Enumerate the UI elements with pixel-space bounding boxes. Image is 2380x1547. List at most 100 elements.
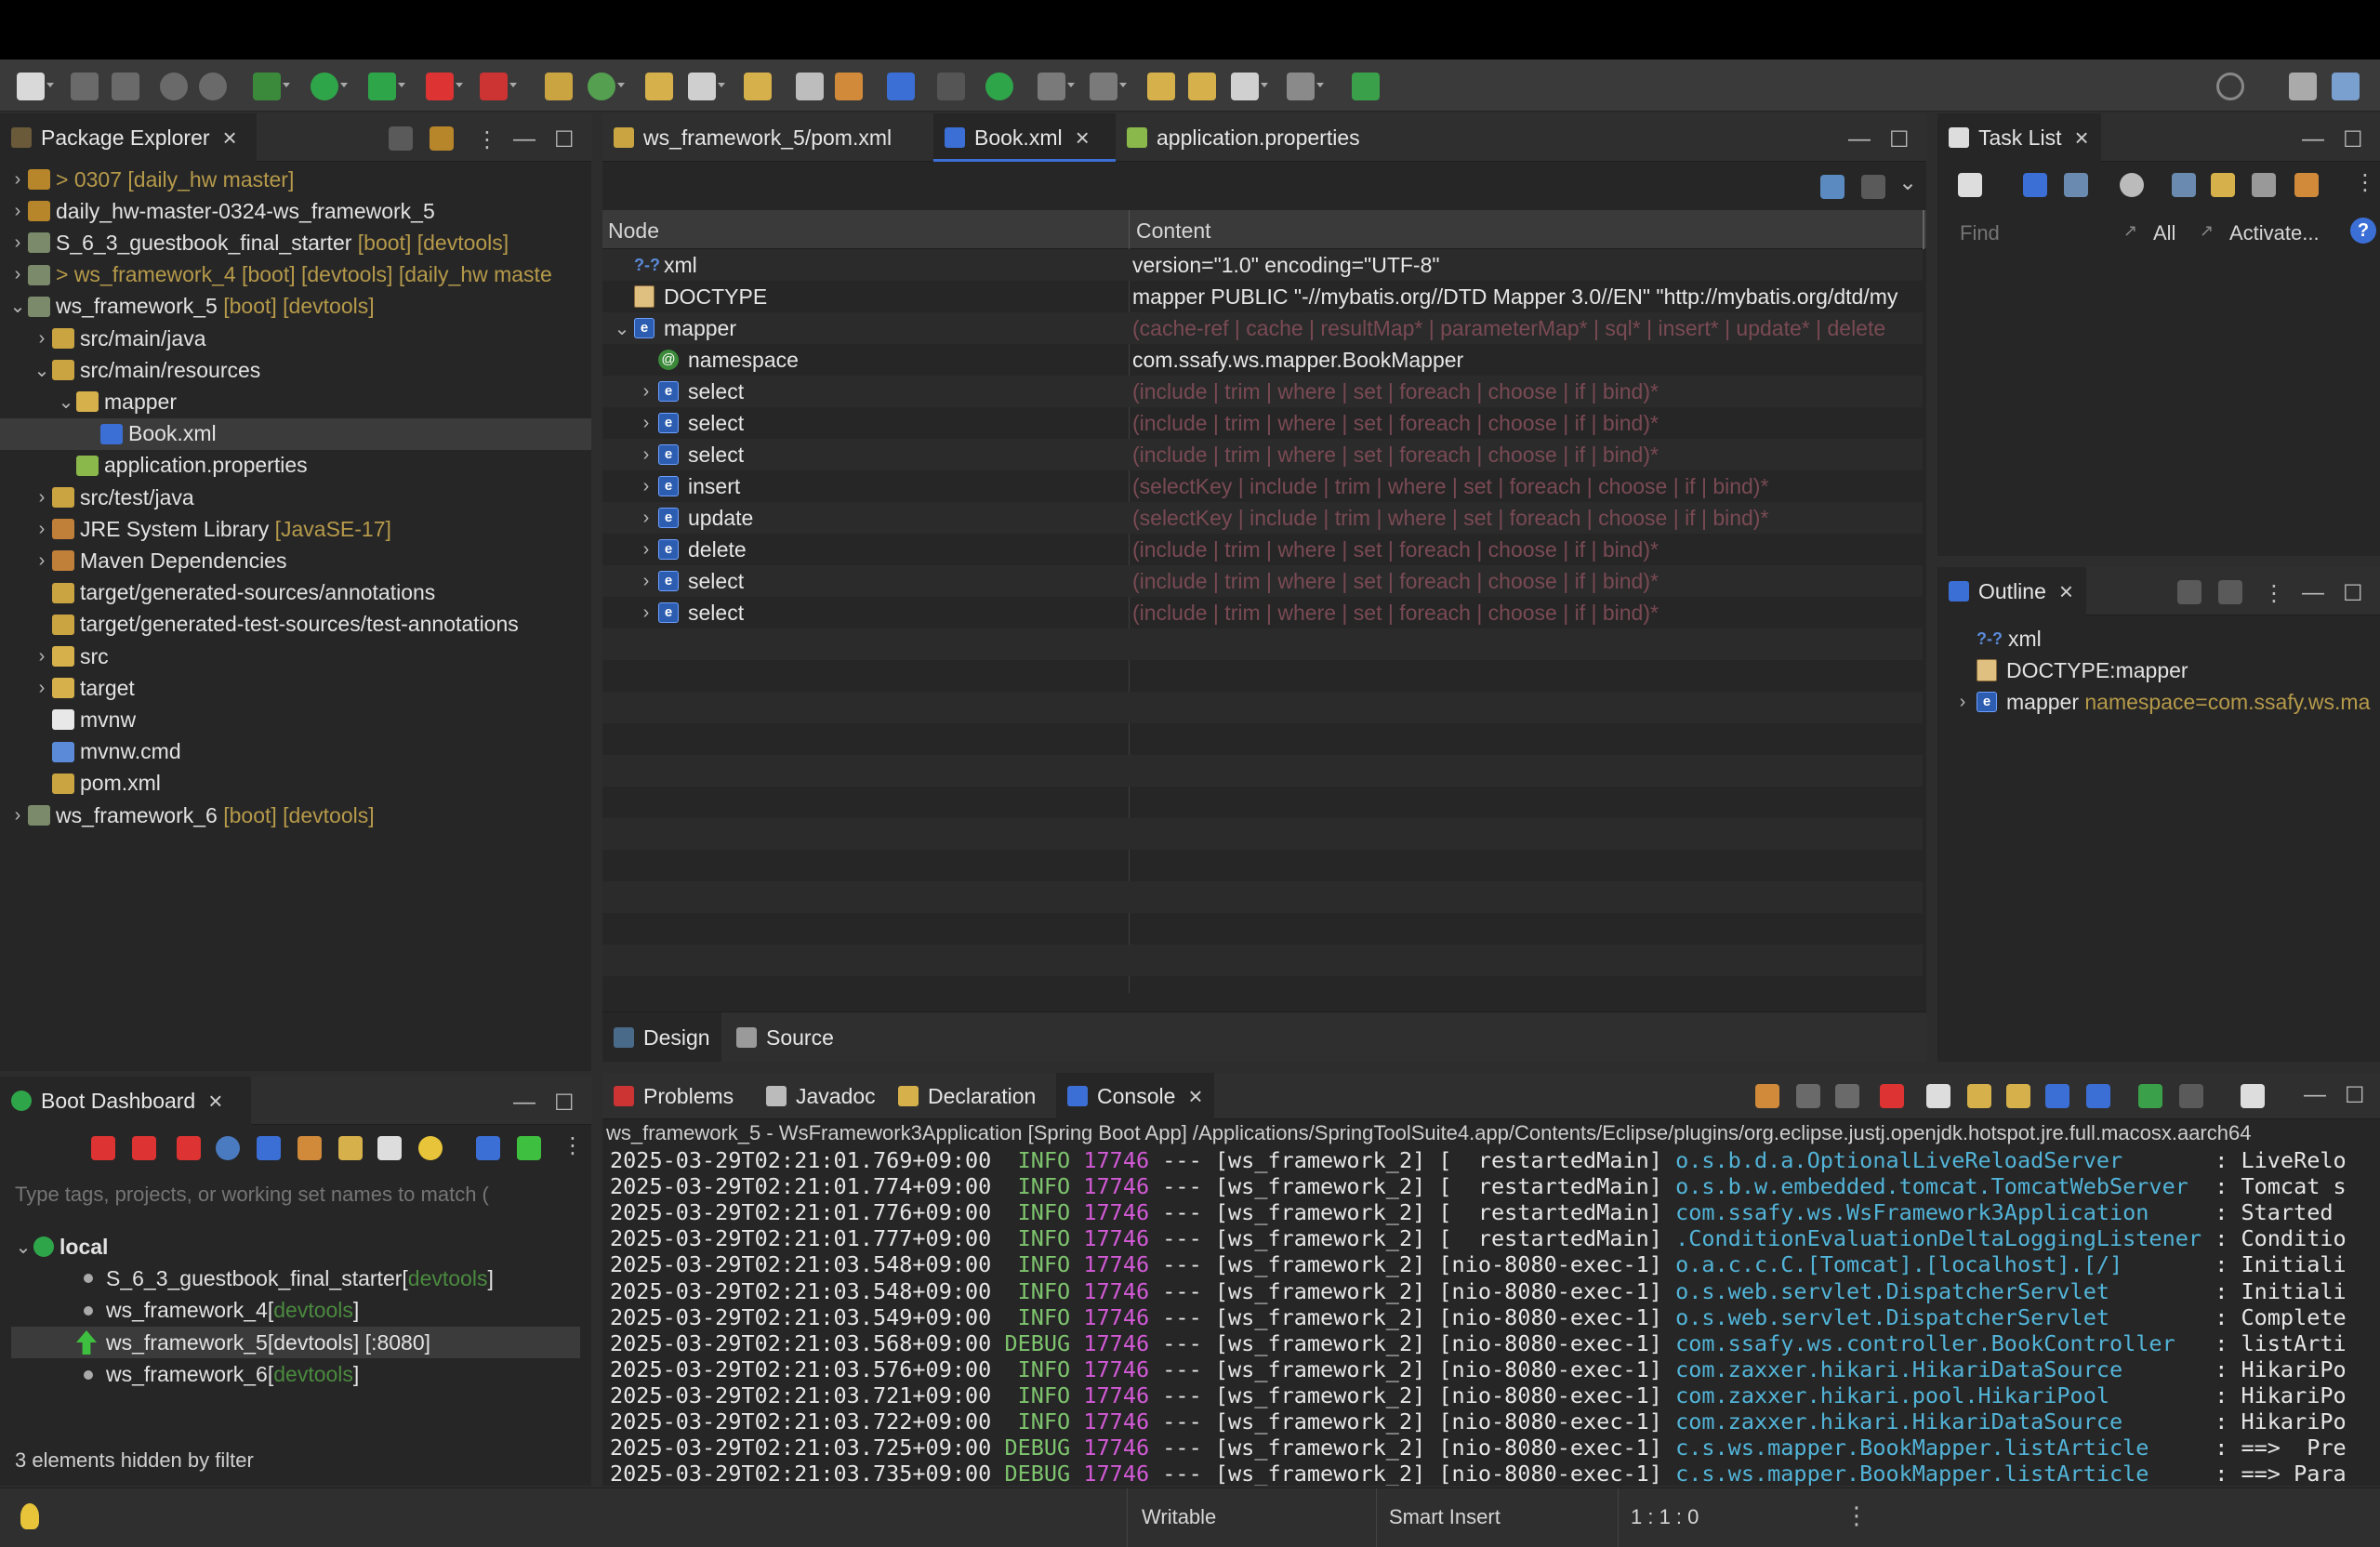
task-activate-link[interactable]: Activate... bbox=[2229, 221, 2320, 245]
lightbulb-icon[interactable] bbox=[418, 1136, 443, 1160]
chevron-right-icon[interactable]: › bbox=[7, 201, 28, 222]
xml-node-row[interactable]: ?-? xml version="1.0" encoding="UTF-8" bbox=[602, 249, 1923, 281]
debug-icon[interactable] bbox=[253, 73, 290, 100]
chevron-right-icon[interactable]: › bbox=[7, 264, 28, 285]
tab-outline[interactable]: Outline × bbox=[1937, 567, 2086, 615]
console-tab[interactable]: Console × bbox=[1056, 1073, 1214, 1119]
xml-node-row[interactable]: @ namespace com.ssafy.ws.mapper.BookMapper bbox=[602, 344, 1923, 376]
pin-console-icon[interactable] bbox=[2138, 1084, 2162, 1108]
chevron-right-icon[interactable]: › bbox=[7, 169, 28, 191]
tab-task-list[interactable]: Task List × bbox=[1937, 113, 2101, 162]
chevron-right-icon[interactable]: › bbox=[634, 571, 658, 592]
xml-node-content[interactable]: (include | trim | where | set | foreach … bbox=[1132, 376, 1919, 407]
outline-item[interactable]: ?-? xml bbox=[1949, 623, 2376, 654]
open-folder-icon[interactable] bbox=[744, 73, 772, 100]
minimize-icon[interactable]: — bbox=[2302, 126, 2324, 152]
chevron-down-icon[interactable]: ⌄ bbox=[13, 1236, 33, 1259]
save-icon[interactable] bbox=[71, 73, 99, 100]
xml-node-row[interactable]: DOCTYPE mapper PUBLIC "-//mybatis.org//DT… bbox=[602, 281, 1923, 312]
chevron-right-icon[interactable]: › bbox=[7, 805, 28, 826]
chevron-right-icon[interactable]: › bbox=[32, 487, 52, 509]
sort-icon[interactable] bbox=[2211, 173, 2235, 197]
xml-node-row[interactable]: ⌄ e mapper (cache-ref | cache | resultMap* … bbox=[602, 312, 1923, 344]
xml-node-content[interactable]: com.ssafy.ws.mapper.BookMapper bbox=[1132, 344, 1919, 376]
xml-node-row[interactable]: › e select (include | trim | where | set | … bbox=[602, 407, 1923, 439]
boot-app-item[interactable]: ws_framework_6 [devtools] bbox=[11, 1359, 580, 1391]
tab-boot-dashboard[interactable]: Boot Dashboard × bbox=[0, 1077, 251, 1125]
minimize-icon[interactable]: — bbox=[2304, 1082, 2326, 1108]
close-icon[interactable]: × bbox=[2074, 124, 2088, 152]
display-console-icon[interactable] bbox=[2179, 1084, 2203, 1108]
maximize-icon[interactable]: ☐ bbox=[1889, 126, 1910, 153]
open-type-icon[interactable] bbox=[645, 73, 673, 100]
chevron-right-icon[interactable]: › bbox=[32, 550, 52, 572]
stop-icon[interactable] bbox=[177, 1136, 201, 1160]
filter-icon[interactable] bbox=[476, 1136, 500, 1160]
xml-node-row[interactable]: › e select (include | trim | where | set | … bbox=[602, 376, 1923, 407]
chevron-right-icon[interactable]: › bbox=[634, 508, 658, 529]
xml-node-content[interactable]: (include | trim | where | set | foreach … bbox=[1132, 439, 1919, 470]
expand-all-icon[interactable] bbox=[1820, 175, 1844, 199]
tree-item[interactable]: ⌄ mapper bbox=[0, 386, 591, 417]
close-icon[interactable]: × bbox=[223, 124, 237, 152]
status-menu-icon[interactable]: ⋮ bbox=[1844, 1501, 1869, 1530]
tree-item[interactable]: mvnw bbox=[0, 704, 591, 735]
save-all-icon[interactable] bbox=[112, 73, 139, 100]
console-tab[interactable]: Declaration bbox=[887, 1073, 1056, 1119]
editor-tab[interactable]: Book.xml × bbox=[933, 113, 1116, 162]
xml-node-row[interactable]: › e insert (selectKey | include | trim | wh… bbox=[602, 470, 1923, 502]
tree-item[interactable]: › src/test/java bbox=[0, 482, 591, 513]
close-icon[interactable]: × bbox=[1076, 124, 1090, 152]
tree-item[interactable]: ⌄ src/main/resources bbox=[0, 354, 591, 386]
chevron-right-icon[interactable]: › bbox=[634, 602, 658, 624]
editor-tab[interactable]: application.properties bbox=[1116, 113, 1385, 162]
redo-icon[interactable] bbox=[199, 73, 227, 100]
open-console-icon[interactable] bbox=[257, 1136, 281, 1160]
scheduled-icon[interactable] bbox=[2064, 173, 2088, 197]
power-icon[interactable] bbox=[985, 73, 1013, 100]
chevron-right-icon[interactable]: › bbox=[1949, 692, 1977, 713]
chevron-down-icon[interactable]: ⌄ bbox=[56, 390, 76, 414]
tree-item[interactable]: mvnw.cmd bbox=[0, 736, 591, 768]
boot-group-local[interactable]: ⌄ local bbox=[13, 1231, 109, 1263]
outline-item[interactable]: DOCTYPE:mapper bbox=[1949, 654, 2376, 686]
categorized-icon[interactable] bbox=[2023, 173, 2047, 197]
view-menu-icon[interactable]: ⋮ bbox=[476, 126, 498, 153]
minimize-icon[interactable]: — bbox=[513, 1090, 536, 1116]
column-header-node[interactable]: Node bbox=[608, 218, 659, 244]
collapse-all-icon[interactable] bbox=[1861, 175, 1885, 199]
xml-node-content[interactable]: (include | trim | where | set | foreach … bbox=[1132, 534, 1919, 565]
task-find-input[interactable] bbox=[1960, 218, 2099, 249]
chevron-right-icon[interactable]: › bbox=[7, 232, 28, 254]
chevron-right-icon[interactable]: › bbox=[634, 444, 658, 466]
collapse-all-icon[interactable] bbox=[389, 126, 413, 151]
collapse-all-icon[interactable] bbox=[2252, 173, 2276, 197]
link-editor-icon[interactable] bbox=[430, 126, 454, 151]
xml-node-row[interactable]: › e select (include | trim | where | set | … bbox=[602, 597, 1923, 628]
minimize-icon[interactable]: — bbox=[513, 126, 536, 152]
maximize-icon[interactable]: ☐ bbox=[2345, 1082, 2365, 1109]
forward-icon[interactable] bbox=[1287, 73, 1324, 100]
show-on-output-icon[interactable] bbox=[2045, 1084, 2069, 1108]
boot-dashboard-filter-input[interactable] bbox=[15, 1177, 576, 1212]
xml-node-content[interactable]: (cache-ref | cache | resultMap* | parame… bbox=[1132, 312, 1919, 344]
chevron-right-icon[interactable]: › bbox=[32, 328, 52, 350]
chevron-right-icon[interactable]: › bbox=[634, 539, 658, 561]
external-tools-icon[interactable] bbox=[480, 73, 517, 100]
tree-item[interactable]: pom.xml bbox=[0, 768, 591, 800]
tree-item[interactable]: › src/main/java bbox=[0, 323, 591, 354]
java-perspective-icon[interactable] bbox=[2332, 73, 2360, 100]
show-on-error-icon[interactable] bbox=[2086, 1084, 2110, 1108]
console-tab[interactable]: Problems bbox=[602, 1073, 755, 1119]
boot-app-item[interactable]: S_6_3_guestbook_final_starter [devtools] bbox=[11, 1263, 580, 1294]
open-perspective-icon[interactable] bbox=[2289, 73, 2317, 100]
chevron-right-icon[interactable]: › bbox=[32, 519, 52, 540]
maximize-icon[interactable]: ☐ bbox=[554, 1090, 575, 1117]
boot-app-item[interactable]: ws_framework_5 [devtools] [:8080] bbox=[11, 1327, 580, 1358]
back-icon[interactable] bbox=[1231, 73, 1268, 100]
sync-icon[interactable] bbox=[2294, 173, 2319, 197]
chevron-right-icon[interactable]: › bbox=[634, 413, 658, 434]
restart-icon[interactable] bbox=[91, 1136, 115, 1160]
console-output[interactable]: 2025-03-29T02:21:01.769+09:00 INFO 17746… bbox=[602, 1147, 2380, 1486]
sort-icon[interactable] bbox=[2177, 580, 2202, 604]
